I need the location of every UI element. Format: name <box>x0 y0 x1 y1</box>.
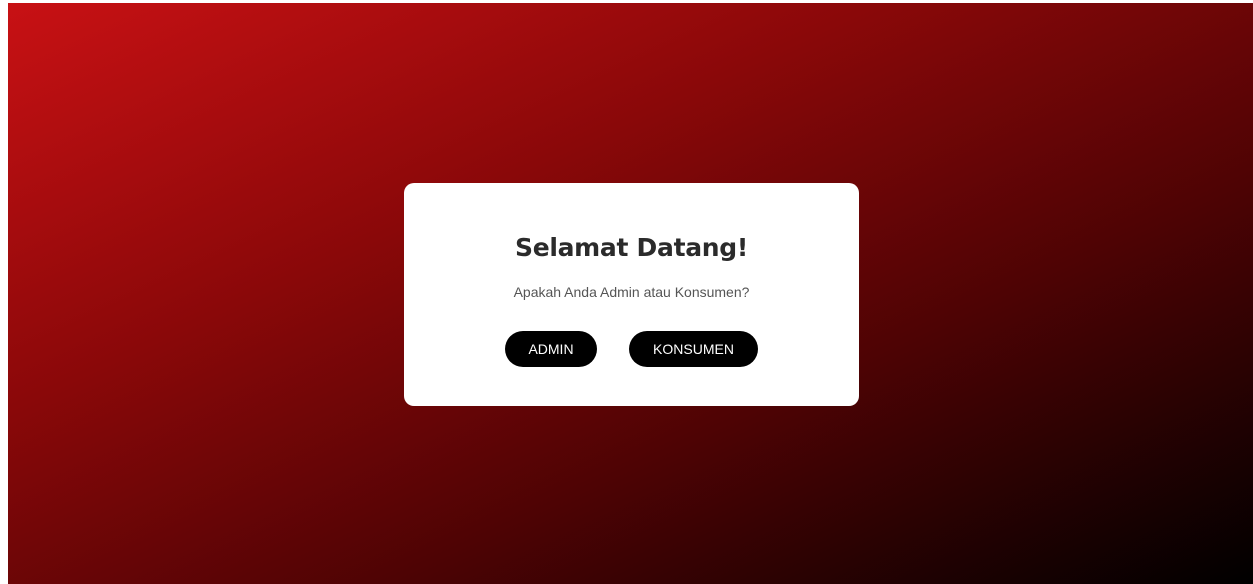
konsumen-button[interactable]: KONSUMEN <box>629 331 758 367</box>
dialog-subtitle: Apakah Anda Admin atau Konsumen? <box>513 284 750 300</box>
dialog-title: Selamat Datang! <box>514 233 748 262</box>
gradient-background: Selamat Datang! Apakah Anda Admin atau K… <box>8 3 1253 584</box>
admin-button[interactable]: ADMIN <box>505 331 597 367</box>
welcome-dialog: Selamat Datang! Apakah Anda Admin atau K… <box>404 183 859 406</box>
